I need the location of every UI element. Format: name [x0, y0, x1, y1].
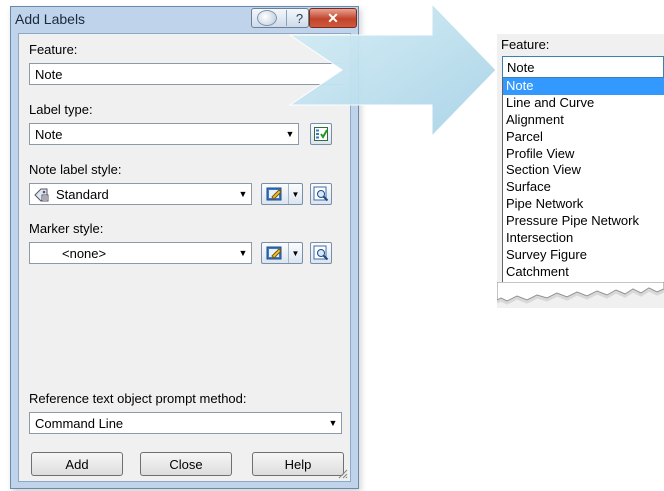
list-item[interactable]: Parcel	[503, 129, 664, 146]
list-item[interactable]: Profile View	[503, 146, 664, 163]
list-item[interactable]: Intersection	[503, 230, 664, 247]
list-item[interactable]: Alignment	[503, 112, 664, 129]
list-item[interactable]: Catchment	[503, 264, 664, 281]
feature-dropdown-label: Feature:	[501, 37, 550, 52]
list-item[interactable]: Survey Figure	[503, 247, 664, 264]
list-item[interactable]: Section View	[503, 162, 664, 179]
feature-dropdown-value: Note	[507, 60, 535, 75]
list-item[interactable]: Pipe Network	[503, 196, 664, 213]
torn-edge	[497, 282, 664, 305]
list-item[interactable]: Surface	[503, 179, 664, 196]
list-item[interactable]: Note	[503, 78, 664, 95]
feature-dropdown-panel: Feature: Note Note Line and Curve Alignm…	[497, 34, 664, 308]
feature-dropdown-combo[interactable]: Note	[502, 56, 664, 78]
list-item[interactable]: Pressure Pipe Network	[503, 213, 664, 230]
list-item[interactable]: Line and Curve	[503, 95, 664, 112]
feature-dropdown-list: Note Line and Curve Alignment Parcel Pro…	[502, 78, 664, 290]
